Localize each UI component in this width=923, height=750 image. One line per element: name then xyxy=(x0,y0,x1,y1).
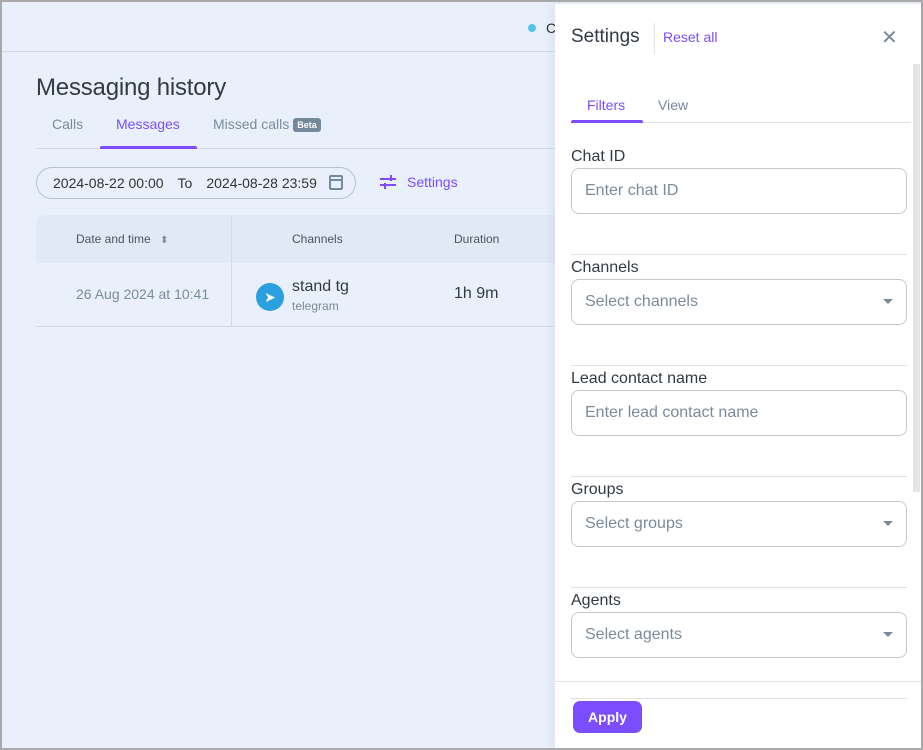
active-tab-indicator xyxy=(571,120,643,123)
column-label: Date and time xyxy=(76,232,151,246)
tab-label: Missed calls xyxy=(213,116,290,132)
settings-button[interactable]: Settings xyxy=(379,174,458,190)
channels-select[interactable]: Select channels xyxy=(571,279,907,325)
date-from[interactable]: 2024-08-22 00:00 xyxy=(53,175,164,191)
table-row[interactable]: 26 Aug 2024 at 10:41 ➤ stand tg telegram… xyxy=(36,263,566,327)
tab-filters[interactable]: Filters xyxy=(587,97,625,113)
telegram-icon: ➤ xyxy=(256,283,284,311)
panel-title: Settings xyxy=(571,26,640,47)
field-label: Channels xyxy=(571,259,639,276)
filter-chat-id: Chat ID Enter chat ID xyxy=(571,144,907,255)
panel-footer: Apply xyxy=(555,681,921,748)
field-label: Agents xyxy=(571,592,621,609)
scrollbar[interactable] xyxy=(913,64,920,492)
column-duration: Duration xyxy=(454,232,500,246)
field-label: Chat ID xyxy=(571,148,626,165)
chat-id-input[interactable]: Enter chat ID xyxy=(571,168,907,214)
active-tab-indicator xyxy=(100,146,197,149)
status-indicator: C xyxy=(528,20,556,36)
tab-view[interactable]: View xyxy=(658,97,688,113)
channel-type: telegram xyxy=(292,299,339,313)
apply-button[interactable]: Apply xyxy=(573,701,642,733)
status-dot-icon xyxy=(528,24,536,32)
lead-contact-name-input[interactable]: Enter lead contact name xyxy=(571,390,907,436)
chevron-down-icon xyxy=(883,299,893,304)
sort-icon[interactable]: ⬍ xyxy=(160,235,168,246)
column-date-and-time[interactable]: Date and time ⬍ xyxy=(76,232,168,246)
tab-calls[interactable]: Calls xyxy=(52,116,83,132)
table-header: Date and time ⬍ Channels Duration xyxy=(36,215,566,263)
beta-badge: Beta xyxy=(293,118,321,132)
filter-groups: Groups Select groups xyxy=(571,477,907,588)
history-tabs: Calls Messages Missed calls Beta xyxy=(36,110,566,149)
field-label: Groups xyxy=(571,481,624,498)
chevron-down-icon xyxy=(883,521,893,526)
date-range-picker[interactable]: 2024-08-22 00:00 To 2024-08-28 23:59 xyxy=(36,167,356,199)
settings-panel: Settings Reset all ✕ Filters View Chat I… xyxy=(555,4,921,748)
placeholder: Select groups xyxy=(585,515,683,532)
row-date: 26 Aug 2024 at 10:41 xyxy=(76,286,210,302)
reset-all-button[interactable]: Reset all xyxy=(663,29,717,45)
filter-lead-contact-name: Lead contact name Enter lead contact nam… xyxy=(571,366,907,477)
groups-select[interactable]: Select groups xyxy=(571,501,907,547)
tab-missed-calls[interactable]: Missed calls Beta xyxy=(213,116,321,132)
field-label: Lead contact name xyxy=(571,370,708,387)
placeholder: Select channels xyxy=(585,293,698,310)
filter-channels: Channels Select channels xyxy=(571,255,907,366)
settings-label: Settings xyxy=(407,174,458,190)
panel-tabs: Filters View xyxy=(571,89,911,123)
close-icon[interactable]: ✕ xyxy=(881,25,898,50)
app-window: C Messaging history Calls Messages Misse… xyxy=(0,0,923,750)
date-to[interactable]: 2024-08-28 23:59 xyxy=(206,175,317,191)
row-duration: 1h 9m xyxy=(454,285,499,302)
calendar-icon[interactable] xyxy=(329,175,343,190)
page-title: Messaging history xyxy=(36,74,227,101)
sliders-icon xyxy=(380,175,396,189)
tab-messages[interactable]: Messages xyxy=(116,116,180,132)
title-divider xyxy=(654,23,655,54)
placeholder: Select agents xyxy=(585,626,682,643)
agents-select[interactable]: Select agents xyxy=(571,612,907,658)
column-channels: Channels xyxy=(292,232,343,246)
chevron-down-icon xyxy=(883,632,893,637)
to-label: To xyxy=(177,175,193,191)
channel-name: stand tg xyxy=(292,278,349,295)
